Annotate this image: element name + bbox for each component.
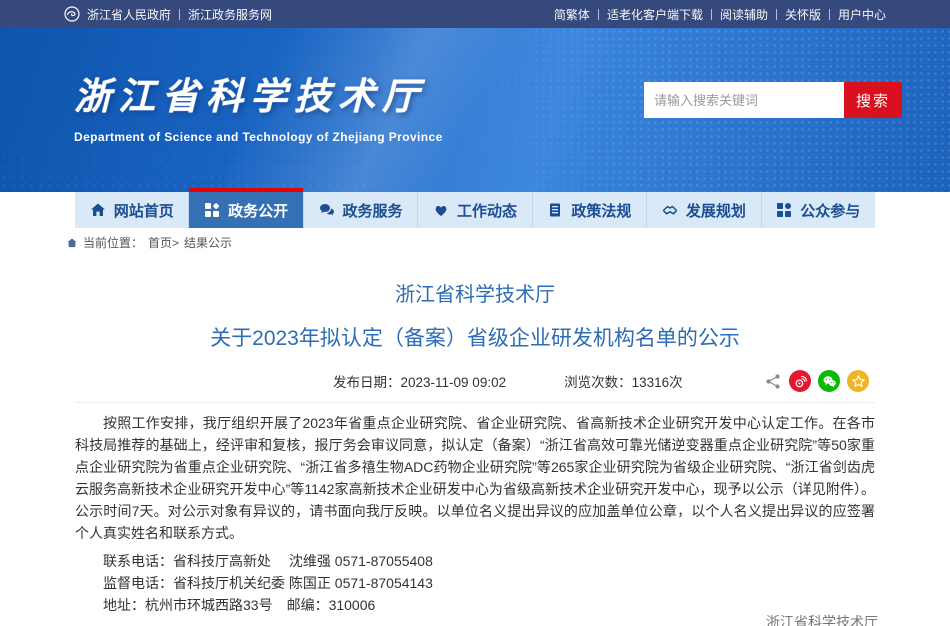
document-icon: [547, 202, 563, 218]
nav-item-label: 工作动态: [457, 200, 517, 221]
nav-item-label: 政务公开: [228, 200, 288, 221]
site-title: 浙江省科学技术厅: [74, 66, 443, 120]
divider: [598, 9, 599, 20]
share-nodes-icon[interactable]: [765, 373, 782, 390]
nav-item-label: 政策法规: [571, 200, 631, 221]
home-icon: [90, 202, 106, 218]
divider: [711, 9, 712, 20]
attachment-link-1[interactable]: 附件1：2023年拟认定省重点企业研究院名单.pdf: [75, 621, 875, 626]
site-logo[interactable]: 浙江省科学技术厅 Department of Science and Techn…: [74, 66, 443, 144]
nav-item-disclosure[interactable]: 政务公开: [189, 192, 303, 228]
weibo-share-icon[interactable]: [789, 370, 811, 392]
contact-phone: 联系电话：省科技厅高新处 沈维强 0571-87055408: [75, 550, 875, 572]
service-chat-icon: [319, 202, 335, 218]
link-simplified-traditional[interactable]: 简繁体: [554, 6, 590, 23]
link-care-version[interactable]: 关怀版: [785, 6, 821, 23]
nav-item-label: 发展规划: [686, 200, 746, 221]
search-box: 搜索: [644, 82, 902, 118]
link-zhejiang-gov[interactable]: 浙江省人民政府: [87, 6, 171, 23]
site-title-english: Department of Science and Technology of …: [74, 130, 443, 144]
search-button[interactable]: 搜索: [844, 82, 902, 118]
breadcrumb: 当前位置： 首页> 结果公示: [0, 228, 950, 256]
nav-item-services[interactable]: 政务服务: [304, 192, 418, 228]
location-home-icon: [66, 237, 78, 249]
article-paragraph: 按照工作安排，我厅组织开展了2023年省重点企业研究院、省企业研究院、省高新技术…: [75, 412, 875, 544]
article-signature: 浙江省科学技术厅: [766, 612, 878, 626]
link-accessibility-client[interactable]: 适老化客户端下载: [607, 6, 703, 23]
link-user-center[interactable]: 用户中心: [838, 6, 886, 23]
breadcrumb-home-link[interactable]: 首页>: [148, 234, 179, 251]
publish-date: 发布日期：2023-11-09 09:02: [333, 371, 506, 391]
participation-icon: [776, 202, 792, 218]
attachment-list: 附件1：2023年拟认定省重点企业研究院名单.pdf 附件2：2023年拟认定省…: [75, 621, 875, 626]
disclosure-icon: [204, 202, 220, 218]
view-count: 浏览次数：13316次: [564, 371, 683, 391]
nav-bar-wrap: 网站首页 政务公开 政务服务 工作动态: [0, 192, 950, 228]
article: 浙江省科学技术厅 关于2023年拟认定（备案）省级企业研发机构名单的公示 发布日…: [75, 278, 875, 626]
nav-item-news[interactable]: 工作动态: [418, 192, 532, 228]
article-meta: 发布日期：2023-11-09 09:02 浏览次数：13316次: [75, 370, 875, 403]
address-line: 地址：杭州市环城西路33号 邮编：310006: [75, 594, 875, 616]
wechat-share-icon[interactable]: [818, 370, 840, 392]
contact-info: 联系电话：省科技厅高新处 沈维强 0571-87055408 监督电话：省科技厅…: [75, 550, 875, 616]
share-toolbar: [765, 370, 875, 392]
handshake-icon: [662, 202, 678, 218]
divider: [179, 9, 180, 20]
nav-item-label: 政务服务: [343, 200, 403, 221]
supervision-phone: 监督电话：省科技厅机关纪委 陈国正 0571-87054143: [75, 572, 875, 594]
gov-emblem-icon: [64, 6, 80, 22]
search-input[interactable]: [644, 82, 844, 118]
breadcrumb-current: 结果公示: [184, 234, 232, 251]
nav-item-home[interactable]: 网站首页: [75, 192, 189, 228]
breadcrumb-prefix: 当前位置：: [83, 234, 143, 251]
topbar-right: 简繁体 适老化客户端下载 阅读辅助 关怀版 用户中心: [554, 6, 886, 23]
nav-item-planning[interactable]: 发展规划: [647, 192, 761, 228]
nav-item-label: 公众参与: [800, 200, 860, 221]
link-reading-aid[interactable]: 阅读辅助: [720, 6, 768, 23]
article-title-line2: 关于2023年拟认定（备案）省级企业研发机构名单的公示: [75, 322, 875, 352]
nav-item-participation[interactable]: 公众参与: [762, 192, 875, 228]
top-utility-bar: 浙江省人民政府 浙江政务服务网 简繁体 适老化客户端下载 阅读辅助 关怀版 用户…: [0, 0, 950, 28]
divider: [829, 9, 830, 20]
page: 浙江省人民政府 浙江政务服务网 简繁体 适老化客户端下载 阅读辅助 关怀版 用户…: [0, 0, 950, 626]
qzone-share-icon[interactable]: [847, 370, 869, 392]
nav-item-policies[interactable]: 政策法规: [533, 192, 647, 228]
link-zhejiang-service[interactable]: 浙江政务服务网: [188, 6, 272, 23]
nav-item-label: 网站首页: [114, 200, 174, 221]
main-nav: 网站首页 政务公开 政务服务 工作动态: [75, 192, 875, 228]
heart-icon: [433, 202, 449, 218]
article-title-line1: 浙江省科学技术厅: [75, 278, 875, 307]
header-banner: 浙江省科学技术厅 Department of Science and Techn…: [0, 28, 950, 192]
topbar-left: 浙江省人民政府 浙江政务服务网: [64, 6, 272, 23]
divider: [776, 9, 777, 20]
